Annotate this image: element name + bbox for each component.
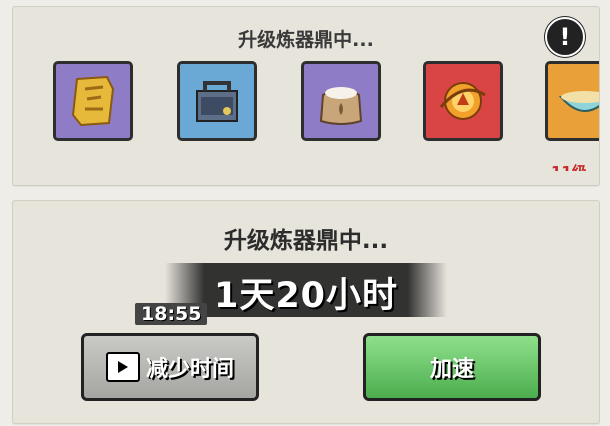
- gold-scroll-icon: [71, 75, 115, 127]
- upgrade-timer-panel: 升级炼器鼎中... 1天20小时 18:55 减少时间 加速: [12, 200, 600, 424]
- speed-up-button[interactable]: 加速: [363, 333, 541, 401]
- clock-time: 18:55: [135, 303, 208, 325]
- remaining-time: 1天20小时: [213, 276, 399, 316]
- reduce-time-button[interactable]: 减少时间: [81, 333, 259, 401]
- timer-band: 1天20小时: [165, 263, 447, 317]
- blue-chest-icon: [196, 81, 238, 122]
- alert-icon[interactable]: !: [545, 17, 585, 57]
- upgrade-items-panel: 升级炼器鼎中... !: [12, 6, 600, 186]
- video-ad-icon: [105, 352, 140, 382]
- item-level-label: 11级: [551, 161, 587, 171]
- item-slot-3[interactable]: [301, 61, 381, 141]
- speed-up-label: 加速: [429, 357, 474, 382]
- fire-orb-icon: [439, 82, 486, 120]
- panel-title: 升级炼器鼎中...: [223, 228, 389, 254]
- item-slot-4[interactable]: [423, 61, 503, 141]
- panel-title: 升级炼器鼎中...: [238, 29, 374, 51]
- item-slot-5[interactable]: [545, 61, 599, 141]
- reduce-time-label: 减少时间: [145, 357, 234, 382]
- item-slot-1[interactable]: [53, 61, 133, 141]
- flour-sack-icon: [319, 87, 363, 125]
- item-row: 11级: [13, 61, 599, 171]
- bowl-icon: [558, 91, 599, 112]
- item-slot-2[interactable]: [177, 61, 257, 141]
